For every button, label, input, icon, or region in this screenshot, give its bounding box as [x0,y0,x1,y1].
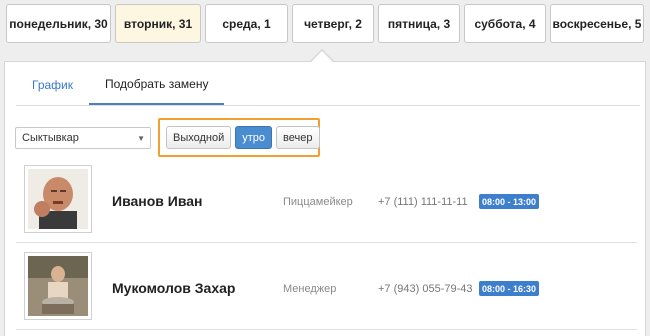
shift-hours-badge: 08:00 - 13:00 [479,194,540,209]
tab-find-replacement[interactable]: Подобрать замену [89,61,225,105]
avatar [24,252,92,320]
shift-morning-button[interactable]: утро [235,126,273,149]
avatar [24,165,92,233]
shift-day-off-button[interactable]: Выходной [166,126,232,149]
day-tab-thursday[interactable]: четверг, 2 [292,4,374,43]
chevron-down-icon: ▼ [137,133,145,143]
employee-row[interactable]: Мукомолов Захар Менеджер +7 (943) 055-79… [16,246,637,330]
subtab-bar: График Подобрать замену [16,62,640,106]
employee-row[interactable]: Иванов Иван Пиццамейкер +7 (111) 111-11-… [16,159,637,243]
day-tab-monday[interactable]: понедельник, 30 [6,4,111,43]
employee-role: Пиццамейкер [283,196,353,208]
shift-evening-button[interactable]: вечер [276,126,320,149]
day-tab-wednesday[interactable]: среда, 1 [205,4,288,43]
shift-hours-badge: 08:00 - 16:30 [479,281,540,296]
person-photo-icon [28,256,88,316]
day-tab-tuesday[interactable]: вторник, 31 [115,4,201,43]
employee-name: Иванов Иван [112,193,203,209]
day-tab-friday[interactable]: пятница, 3 [378,4,460,43]
day-tabs: понедельник, 30 вторник, 31 среда, 1 чет… [6,4,644,43]
person-photo-icon [28,169,88,229]
city-select[interactable]: Сыктывкар ▼ [15,127,151,149]
employee-name: Мукомолов Захар [112,280,236,296]
tab-pointer-fill [311,51,333,62]
employee-role: Менеджер [283,283,337,295]
city-select-value: Сыктывкар [22,132,79,144]
shift-filter-group: Выходной утро вечер [158,118,320,157]
employee-phone: +7 (943) 055-79-43 [378,283,473,295]
day-panel: График Подобрать замену Сыктывкар ▼ Выхо… [4,61,646,336]
day-tab-saturday[interactable]: суббота, 4 [464,4,546,43]
tab-schedule[interactable]: График [16,61,89,105]
day-tab-sunday[interactable]: воскресенье, 5 [550,4,644,43]
employee-phone: +7 (111) 111-11-11 [378,196,468,208]
